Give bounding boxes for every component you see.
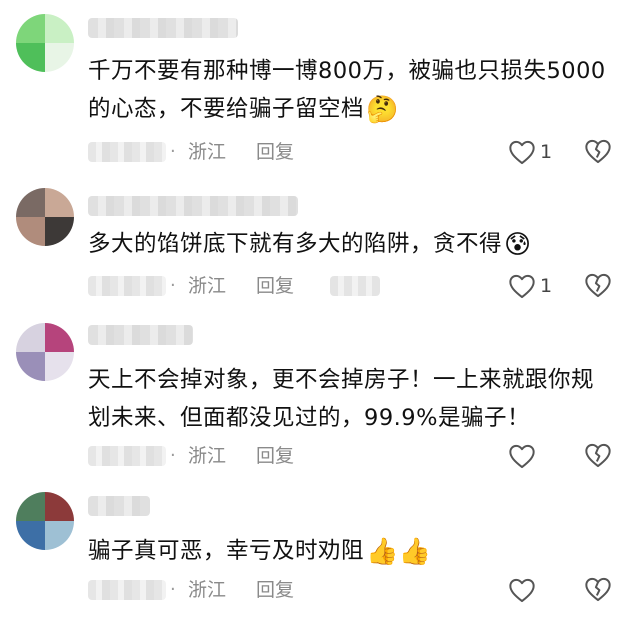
timestamp-blurred: [88, 446, 166, 466]
timestamp-blurred: [88, 580, 166, 600]
avatar-pixel: [45, 521, 74, 550]
reply-button[interactable]: 回复: [256, 271, 294, 301]
anxious-face-emoji-icon: 😰: [504, 229, 532, 260]
username-blurred[interactable]: [88, 18, 238, 38]
username-blurred[interactable]: [88, 496, 150, 516]
broken-heart-icon: [585, 139, 611, 164]
avatar-pixel: [45, 217, 74, 246]
like-count: 1: [540, 275, 553, 297]
extra-meta-blurred: [330, 276, 380, 296]
like-count: 1: [540, 141, 553, 163]
comment-text-body: 多大的馅饼底下就有多大的陷阱，贪不得: [88, 231, 503, 257]
like-button[interactable]: [508, 575, 568, 605]
reply-button[interactable]: 回复: [256, 575, 294, 605]
avatar[interactable]: [16, 492, 74, 550]
avatar-pixel: [45, 492, 74, 521]
comment-text-body: 骗子真可恶，幸亏及时劝阻: [88, 538, 365, 564]
comment-text: 骗子真可恶，幸亏及时劝阻👍👍: [88, 532, 608, 570]
timestamp-blurred: [88, 142, 166, 162]
region-label: 浙江: [188, 141, 227, 163]
comment-item: 天上不会掉对象，更不会掉房子！一上来就跟你规划未来、但面都没见过的，99.9%是…: [0, 315, 640, 490]
heart-icon: [509, 140, 535, 165]
separator-dot: ·: [170, 579, 176, 600]
comment-text-body: 千万不要有那种博一博800万，被骗也只损失5000的心态，不要给骗子留空档: [88, 58, 606, 122]
avatar-pixel: [16, 323, 45, 352]
avatar-pixel: [45, 323, 74, 352]
avatar[interactable]: [16, 188, 74, 246]
comment-item: 骗子真可恶，幸亏及时劝阻👍👍 · 浙江 回复: [0, 490, 640, 623]
username-blurred[interactable]: [88, 196, 298, 216]
thinking-face-emoji-icon: 🤔: [366, 94, 399, 125]
avatar-pixel: [45, 14, 74, 43]
comment-text: 千万不要有那种博一博800万，被骗也只损失5000的心态，不要给骗子留空档🤔: [88, 52, 608, 128]
comment-meta: · 浙江 回复 1: [88, 137, 628, 167]
avatar-pixel: [16, 352, 45, 381]
comment-text-body: 天上不会掉对象，更不会掉房子！一上来就跟你规划未来、但面都没见过的，99.9%是…: [88, 367, 595, 431]
like-button[interactable]: 1: [508, 271, 568, 301]
comment-text: 天上不会掉对象，更不会掉房子！一上来就跟你规划未来、但面都没见过的，99.9%是…: [88, 361, 608, 437]
like-button[interactable]: 1: [508, 137, 568, 167]
comment-text: 多大的馅饼底下就有多大的陷阱，贪不得😰: [88, 225, 608, 263]
separator-dot: ·: [170, 445, 176, 466]
comment-meta: · 浙江 回复 1: [88, 271, 628, 301]
reply-button[interactable]: 回复: [256, 441, 294, 471]
timestamp-blurred: [88, 276, 166, 296]
avatar-pixel: [45, 352, 74, 381]
avatar[interactable]: [16, 14, 74, 72]
avatar-pixel: [45, 43, 74, 72]
comment-item: 千万不要有那种博一博800万，被骗也只损失5000的心态，不要给骗子留空档🤔 ·…: [0, 0, 640, 180]
avatar-pixel: [45, 188, 74, 217]
avatar[interactable]: [16, 323, 74, 381]
dislike-button[interactable]: [584, 576, 612, 606]
like-button[interactable]: [508, 441, 568, 471]
heart-icon: [509, 444, 535, 469]
heart-icon: [509, 578, 535, 603]
avatar-pixel: [16, 14, 45, 43]
thumbs-up-emoji-icon: 👍👍: [366, 536, 432, 567]
comment-meta: · 浙江 回复: [88, 575, 628, 605]
dislike-button[interactable]: [584, 272, 612, 302]
separator-dot: ·: [170, 275, 176, 296]
avatar-pixel: [16, 43, 45, 72]
dislike-button[interactable]: [584, 442, 612, 472]
region-label: 浙江: [188, 275, 227, 297]
comment-item: 多大的馅饼底下就有多大的陷阱，贪不得😰 · 浙江 回复 1: [0, 180, 640, 315]
broken-heart-icon: [585, 577, 611, 602]
broken-heart-icon: [585, 273, 611, 298]
heart-icon: [509, 274, 535, 299]
dislike-button[interactable]: [584, 138, 612, 168]
region-label: 浙江: [188, 579, 227, 601]
comment-meta: · 浙江 回复: [88, 441, 628, 471]
region-label: 浙江: [188, 445, 227, 467]
separator-dot: ·: [170, 141, 176, 162]
avatar-pixel: [16, 217, 45, 246]
avatar-pixel: [16, 492, 45, 521]
avatar-pixel: [16, 521, 45, 550]
username-blurred[interactable]: [88, 325, 193, 345]
broken-heart-icon: [585, 443, 611, 468]
avatar-pixel: [16, 188, 45, 217]
reply-button[interactable]: 回复: [256, 137, 294, 167]
